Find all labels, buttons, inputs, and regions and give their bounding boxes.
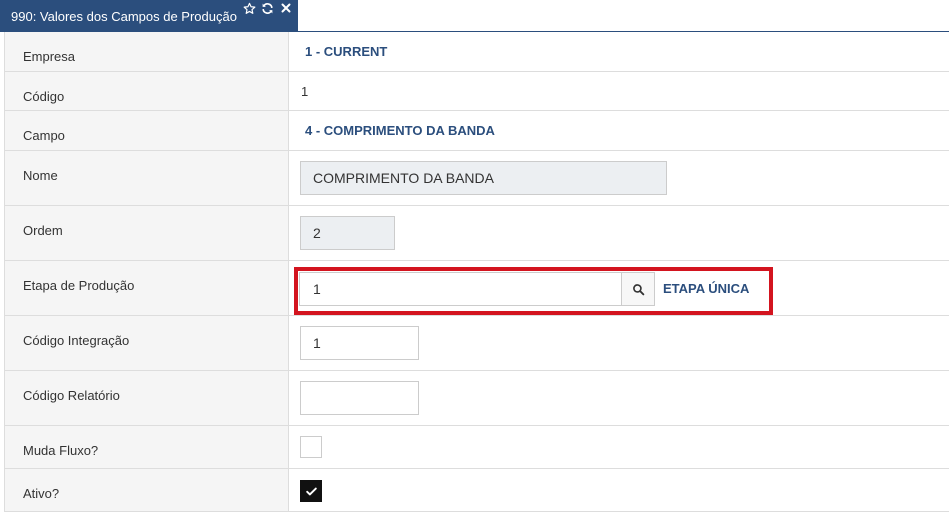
tab-title: 990: Valores dos Campos de Produção <box>11 9 237 24</box>
label-codigo-integracao: Código Integração <box>23 333 130 348</box>
muda-fluxo-checkbox[interactable] <box>300 436 322 458</box>
refresh-icon[interactable] <box>260 1 274 15</box>
campo-link[interactable]: 4 - COMPRIMENTO DA BANDA <box>305 123 495 138</box>
label-etapa: Etapa de Produção <box>23 278 135 293</box>
etapa-input[interactable]: 1 <box>299 272 622 306</box>
row-ordem: Ordem 2 <box>5 206 949 261</box>
etapa-description: ETAPA ÚNICA <box>663 281 750 296</box>
row-campo: Campo 4 - COMPRIMENTO DA BANDA <box>5 111 949 151</box>
empresa-link[interactable]: 1 - CURRENT <box>305 44 387 59</box>
row-ativo: Ativo? <box>5 469 949 512</box>
record-form: Empresa 1 - CURRENT Código 1 Campo 4 - C… <box>4 32 949 512</box>
codigo-integracao-field[interactable]: 1 <box>300 326 419 360</box>
row-codigo: Código 1 <box>5 72 949 111</box>
label-ordem: Ordem <box>23 223 63 238</box>
search-icon <box>632 283 644 295</box>
label-codigo: Código <box>23 89 65 104</box>
row-etapa: Etapa de Produção 1 ETAPA ÚNICA <box>5 261 949 316</box>
etapa-search-button[interactable] <box>621 272 655 306</box>
codigo-value: 1 <box>301 84 309 99</box>
ativo-checkbox[interactable] <box>300 480 322 502</box>
label-nome: Nome <box>23 168 58 183</box>
star-outline-icon[interactable] <box>242 1 256 15</box>
nome-field[interactable]: COMPRIMENTO DA BANDA <box>300 161 667 195</box>
label-codigo-relatorio: Código Relatório <box>23 388 120 403</box>
label-muda-fluxo: Muda Fluxo? <box>23 443 99 458</box>
close-icon[interactable] <box>279 1 293 15</box>
row-codigo-relatorio: Código Relatório <box>5 371 949 426</box>
row-muda-fluxo: Muda Fluxo? <box>5 426 949 469</box>
row-nome: Nome COMPRIMENTO DA BANDA <box>5 151 949 206</box>
ordem-field[interactable]: 2 <box>300 216 395 250</box>
codigo-relatorio-field[interactable] <box>300 381 419 415</box>
label-campo: Campo <box>23 128 65 143</box>
window-tab: 990: Valores dos Campos de Produção <box>0 0 298 32</box>
row-empresa: Empresa 1 - CURRENT <box>5 32 949 72</box>
row-codigo-integracao: Código Integração 1 <box>5 316 949 371</box>
label-empresa: Empresa <box>23 49 76 64</box>
label-ativo: Ativo? <box>23 486 60 501</box>
checkmark-icon <box>305 487 317 495</box>
